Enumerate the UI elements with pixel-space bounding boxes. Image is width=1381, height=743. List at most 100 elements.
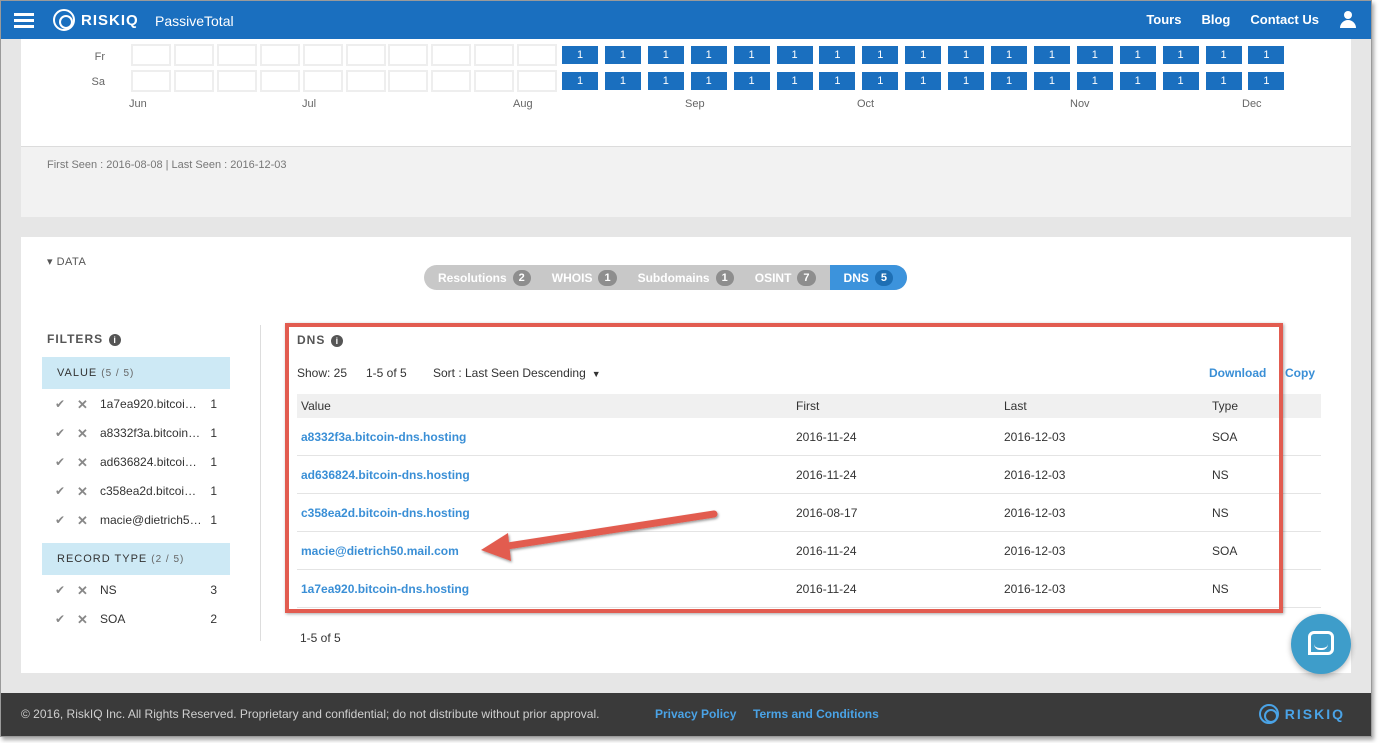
tab-subdomains[interactable]: Subdomains 1 <box>624 265 741 290</box>
calendar-cell-active[interactable]: 1 <box>645 70 686 92</box>
calendar-cell-active[interactable]: 1 <box>731 44 772 66</box>
calendar-cell-empty <box>173 70 214 92</box>
filters-title-text: FILTERS <box>47 332 104 346</box>
info-icon[interactable]: i <box>331 334 344 347</box>
exclude-icon[interactable]: ✕ <box>77 513 88 529</box>
calendar-cell-active[interactable]: 1 <box>1203 44 1244 66</box>
calendar-cell-active[interactable]: 1 <box>774 70 815 92</box>
info-icon[interactable]: i <box>109 333 122 346</box>
check-icon[interactable]: ✔ <box>55 612 65 626</box>
check-icon[interactable]: ✔ <box>55 455 65 469</box>
page-size-select[interactable]: Show: 25 <box>297 366 366 380</box>
riskiq-logo-icon <box>1258 704 1279 724</box>
calendar-cell-empty <box>259 44 300 66</box>
footer-logo[interactable]: RISKIQ <box>1258 704 1345 724</box>
nav-link-contact[interactable]: Contact Us <box>1250 12 1319 27</box>
calendar-cell-active[interactable]: 1 <box>602 44 643 66</box>
nav-link-tours[interactable]: Tours <box>1146 12 1181 27</box>
calendar-cell-active[interactable]: 1 <box>903 44 944 66</box>
tab-whois[interactable]: WHOIS 1 <box>538 265 624 290</box>
check-icon[interactable]: ✔ <box>55 583 65 597</box>
exclude-icon[interactable]: ✕ <box>77 484 88 500</box>
copy-link[interactable]: Copy <box>1285 366 1315 380</box>
check-icon[interactable]: ✔ <box>55 426 65 440</box>
calendar-cell-active[interactable]: 1 <box>1031 70 1072 92</box>
calendar-cell-active[interactable]: 1 <box>1246 70 1287 92</box>
dns-value-link[interactable]: a8332f3a.bitcoin-dns.hosting <box>301 418 466 456</box>
calendar-cell-active[interactable]: 1 <box>602 70 643 92</box>
download-link[interactable]: Download <box>1209 366 1266 380</box>
dns-value-link[interactable]: ad636824.bitcoin-dns.hosting <box>301 456 470 494</box>
calendar-cell-active[interactable]: 1 <box>989 44 1029 66</box>
exclude-icon[interactable]: ✕ <box>77 455 88 471</box>
column-header-last[interactable]: Last <box>1004 394 1027 418</box>
month-label: Aug <box>513 98 533 110</box>
calendar-cell-active[interactable]: 1 <box>989 70 1029 92</box>
product-name[interactable]: PassiveTotal <box>155 13 234 29</box>
calendar-cell-active[interactable]: 1 <box>645 44 686 66</box>
filter-item: ✔ ✕ NS 3 <box>55 583 217 603</box>
tab-dns[interactable]: DNS 5 <box>829 265 907 290</box>
calendar-cell-active[interactable]: 1 <box>1117 44 1158 66</box>
dns-toolbar: Show: 25 1-5 of 5 Sort : Last Seen Desce… <box>297 366 601 380</box>
exclude-icon[interactable]: ✕ <box>77 583 88 599</box>
calendar-cell-active[interactable]: 1 <box>817 44 858 66</box>
calendar-cell-active[interactable]: 1 <box>946 44 987 66</box>
calendar-cell-active[interactable]: 1 <box>1031 44 1072 66</box>
tab-osint[interactable]: OSINT 7 <box>741 265 830 290</box>
calendar-cell-active[interactable]: 1 <box>731 70 772 92</box>
column-header-first[interactable]: First <box>796 394 819 418</box>
calendar-cell-active[interactable]: 1 <box>688 44 729 66</box>
calendar-cell-active[interactable]: 1 <box>560 70 600 92</box>
dns-value-link[interactable]: 1a7ea920.bitcoin-dns.hosting <box>301 570 469 608</box>
calendar-cell-active[interactable]: 1 <box>946 70 987 92</box>
calendar-cell-empty <box>517 44 558 66</box>
calendar-cell-empty <box>216 70 257 92</box>
privacy-policy-link[interactable]: Privacy Policy <box>655 707 736 721</box>
calendar-cell-active[interactable]: 1 <box>1160 70 1201 92</box>
user-account-icon[interactable] <box>1339 11 1357 29</box>
calendar-cell-active[interactable]: 1 <box>860 44 901 66</box>
last-seen-cell: 2016-12-03 <box>1004 582 1066 596</box>
calendar-cell-active[interactable]: 1 <box>1074 70 1115 92</box>
calendar-footer: First Seen : 2016-08-08 | Last Seen : 20… <box>21 146 1351 217</box>
filter-group-count: (5 / 5) <box>101 368 135 379</box>
tab-resolutions[interactable]: Resolutions 2 <box>424 265 538 290</box>
footer-logo-text: RISKIQ <box>1284 706 1345 722</box>
dns-value-link[interactable]: c358ea2d.bitcoin-dns.hosting <box>301 494 470 532</box>
calendar-cell-active[interactable]: 1 <box>903 70 944 92</box>
filter-group-record-type[interactable]: RECORD TYPE (2 / 5) <box>42 543 230 575</box>
calendar-cell-active[interactable]: 1 <box>1160 44 1201 66</box>
calendar-cell-active[interactable]: 1 <box>1117 70 1158 92</box>
calendar-cell-active[interactable]: 1 <box>560 44 600 66</box>
calendar-cell-empty <box>173 44 214 66</box>
table-row: c358ea2d.bitcoin-dns.hosting 2016-08-17 … <box>297 494 1321 532</box>
calendar-cell-active[interactable]: 1 <box>1074 44 1115 66</box>
calendar-cell-active[interactable]: 1 <box>817 70 858 92</box>
check-icon[interactable]: ✔ <box>55 397 65 411</box>
check-icon[interactable]: ✔ <box>55 484 65 498</box>
column-header-value[interactable]: Value <box>301 394 331 418</box>
calendar-cell-active[interactable]: 1 <box>688 70 729 92</box>
filter-group-value[interactable]: VALUE (5 / 5) <box>42 357 230 389</box>
exclude-icon[interactable]: ✕ <box>77 397 88 413</box>
dns-panel-title: DNS i <box>297 333 344 347</box>
month-label: Dec <box>1242 98 1262 110</box>
calendar-cell-active[interactable]: 1 <box>774 44 815 66</box>
dns-value-link[interactable]: macie@dietrich50.mail.com <box>301 532 459 570</box>
terms-link[interactable]: Terms and Conditions <box>753 707 879 721</box>
check-icon[interactable]: ✔ <box>55 513 65 527</box>
data-section-toggle[interactable]: ▾ DATA <box>47 255 86 268</box>
exclude-icon[interactable]: ✕ <box>77 612 88 628</box>
column-header-type[interactable]: Type <box>1212 394 1238 418</box>
calendar-cell-active[interactable]: 1 <box>860 70 901 92</box>
data-toggle-label: DATA <box>56 256 87 268</box>
hamburger-menu-icon[interactable] <box>14 13 34 28</box>
calendar-cell-active[interactable]: 1 <box>1246 44 1287 66</box>
riskiq-logo[interactable]: RISKIQ <box>53 9 139 31</box>
calendar-cell-active[interactable]: 1 <box>1203 70 1244 92</box>
exclude-icon[interactable]: ✕ <box>77 426 88 442</box>
sort-dropdown[interactable]: Sort : Last Seen Descending ▼ <box>433 366 601 380</box>
chat-launcher-button[interactable] <box>1291 614 1351 674</box>
nav-link-blog[interactable]: Blog <box>1201 12 1230 27</box>
